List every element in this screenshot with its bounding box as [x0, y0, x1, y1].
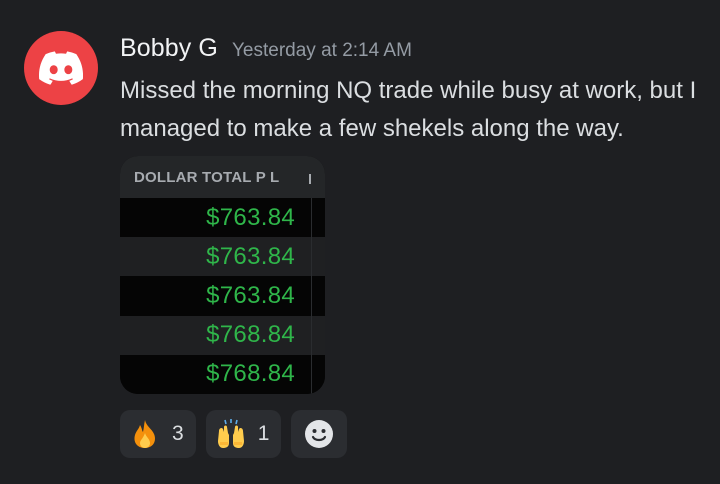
discord-logo-icon — [39, 51, 83, 85]
pl-row: $763.84 — [120, 237, 325, 277]
avatar[interactable] — [24, 31, 98, 105]
timestamp[interactable]: Yesterday at 2:14 AM — [232, 40, 412, 62]
raising-hands-icon — [216, 419, 246, 449]
message-text: Missed the morning NQ trade while busy a… — [120, 77, 697, 142]
pl-row: $763.84 — [120, 198, 325, 238]
reaction-fire[interactable]: 3 — [120, 410, 196, 458]
image-attachment[interactable]: DOLLAR TOTAL P L $763.84 $763.84 $763.84… — [120, 156, 325, 394]
reactions-bar: 3 1 — [120, 410, 348, 458]
add-reaction-button[interactable] — [291, 410, 348, 458]
pl-row: $768.84 — [120, 354, 325, 394]
pl-header-label: DOLLAR TOTAL P L — [134, 168, 280, 186]
reaction-count: 1 — [257, 422, 270, 445]
chat-message: Bobby G Yesterday at 2:14 AM Missed the … — [0, 0, 720, 484]
pl-row: $768.84 — [120, 315, 325, 355]
fire-icon — [130, 419, 160, 449]
reaction-raising-hands[interactable]: 1 — [205, 410, 282, 458]
pl-row: $763.84 — [120, 276, 325, 316]
username[interactable]: Bobby G — [120, 34, 218, 63]
pl-column-header: DOLLAR TOTAL P L — [120, 156, 325, 198]
reaction-count: 3 — [172, 422, 184, 445]
smiley-add-reaction-icon — [305, 420, 334, 448]
column-divider — [309, 174, 311, 184]
message-header: Bobby G Yesterday at 2:14 AM — [120, 34, 412, 68]
